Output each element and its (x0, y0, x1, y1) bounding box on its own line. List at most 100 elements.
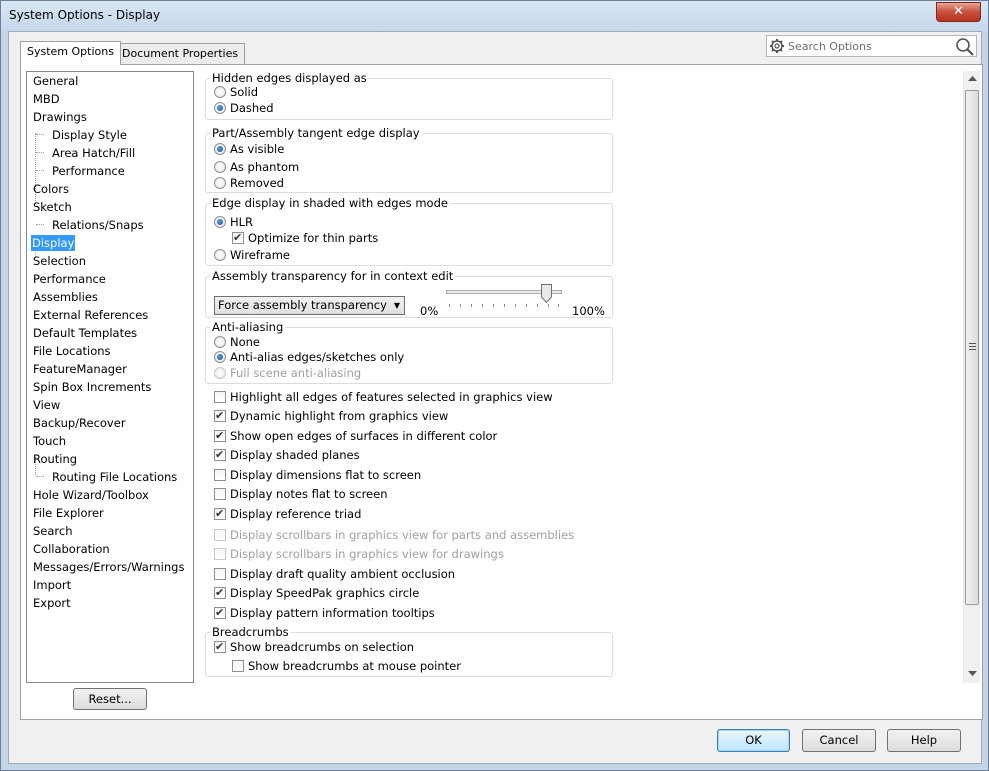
tree-item-spin-box[interactable]: Spin Box Increments (32, 379, 152, 395)
group-title: Assembly transparency for in context edi… (210, 269, 456, 283)
checkbox-indicator (214, 548, 226, 560)
checkbox-dimensions-flat[interactable]: Display dimensions flat to screen (214, 468, 421, 484)
tree-item-backup-recover[interactable]: Backup/Recover (32, 415, 127, 431)
checkbox-indicator (232, 660, 244, 672)
checkbox-dynamic-highlight[interactable]: Dynamic highlight from graphics view (214, 409, 448, 425)
tree-item-touch[interactable]: Touch (32, 433, 67, 449)
tree-item-search[interactable]: Search (32, 523, 74, 539)
checkbox-breadcrumbs-selection[interactable]: Show breadcrumbs on selection (214, 640, 414, 656)
tree-item-routing-file-locations[interactable]: Routing File Locations (51, 469, 178, 485)
checkbox-scrollbars-parts: Display scrollbars in graphics view for … (214, 528, 574, 544)
tree-item-area-hatch[interactable]: Area Hatch/Fill (51, 145, 136, 161)
tree-item-drawings-performance[interactable]: Performance (51, 163, 126, 179)
tree-item-file-locations[interactable]: File Locations (32, 343, 112, 359)
tree-item-drawings[interactable]: Drawings (32, 109, 88, 125)
checkbox-shaded-planes[interactable]: Display shaded planes (214, 448, 360, 464)
radio-indicator (214, 143, 226, 155)
checkbox-notes-flat[interactable]: Display notes flat to screen (214, 487, 388, 503)
reset-button[interactable]: Reset... (73, 688, 147, 710)
checkbox-indicator (214, 429, 226, 443)
radio-wireframe[interactable]: Wireframe (214, 248, 290, 264)
tree-item-mbd[interactable]: MBD (32, 91, 61, 107)
checkbox-indicator (214, 391, 226, 403)
radio-indicator (214, 161, 226, 173)
checkbox-draft-ambient-occlusion[interactable]: Display draft quality ambient occlusion (214, 567, 455, 583)
checkbox-indicator (214, 488, 226, 500)
ok-button[interactable]: OK (717, 729, 790, 752)
search-options-box[interactable]: Search Options (766, 35, 977, 57)
cancel-button[interactable]: Cancel (802, 729, 876, 752)
scroll-up-icon[interactable] (968, 76, 977, 82)
tree-item-export[interactable]: Export (32, 595, 72, 611)
tree-item-relations-snaps[interactable]: Relations/Snaps (51, 217, 145, 233)
tree-item-external-references[interactable]: External References (32, 307, 149, 323)
checkbox-indicator (214, 529, 226, 541)
tree-connector (36, 152, 44, 153)
tree-item-display-style[interactable]: Display Style (51, 127, 128, 143)
tree-item-import[interactable]: Import (32, 577, 72, 593)
tree-item-collaboration[interactable]: Collaboration (32, 541, 111, 557)
tree-item-view[interactable]: View (32, 397, 61, 413)
tree-item-general[interactable]: General (32, 73, 79, 89)
checkbox-indicator (214, 469, 226, 481)
checkbox-speedpak-circle[interactable]: Display SpeedPak graphics circle (214, 586, 419, 602)
tree-connector (36, 224, 44, 225)
checkbox-indicator (214, 507, 226, 521)
slider-ticks (449, 304, 559, 307)
grip-icon (969, 343, 976, 350)
checkbox-breadcrumbs-pointer[interactable]: Show breadcrumbs at mouse pointer (232, 659, 461, 675)
checkbox-highlight-all-edges[interactable]: Highlight all edges of features selected… (214, 390, 553, 406)
radio-as-visible[interactable]: As visible (214, 142, 284, 158)
options-tree[interactable]: General MBD Drawings Display Style Area … (26, 71, 194, 683)
radio-removed[interactable]: Removed (214, 176, 284, 192)
tab-document-properties[interactable]: Document Properties (115, 43, 246, 64)
select-value: Force assembly transparency (218, 298, 387, 312)
radio-as-phantom[interactable]: As phantom (214, 160, 299, 176)
checkbox-indicator (214, 606, 226, 620)
radio-aa-none[interactable]: None (214, 335, 260, 351)
checkbox-open-edges[interactable]: Show open edges of surfaces in different… (214, 429, 497, 445)
scroll-down-icon[interactable] (968, 671, 977, 677)
window-title: System Options - Display (9, 8, 161, 22)
checkbox-reference-triad[interactable]: Display reference triad (214, 507, 361, 523)
tree-item-performance[interactable]: Performance (32, 271, 107, 287)
help-button[interactable]: Help (887, 729, 961, 752)
checkbox-pattern-tooltips[interactable]: Display pattern information tooltips (214, 606, 435, 622)
radio-indicator (214, 249, 226, 261)
tree-item-default-templates[interactable]: Default Templates (32, 325, 138, 341)
tree-item-hole-wizard[interactable]: Hole Wizard/Toolbox (32, 487, 150, 503)
group-title: Edge display in shaded with edges mode (210, 196, 450, 210)
checkbox-indicator (214, 586, 226, 600)
tree-item-display[interactable]: Display (31, 235, 76, 251)
slider-max-label: 100% (572, 304, 605, 318)
search-input[interactable]: Search Options (788, 40, 872, 53)
radio-aa-full-scene: Full scene anti-aliasing (214, 366, 361, 382)
tree-item-routing[interactable]: Routing (32, 451, 78, 467)
tree-connector (36, 170, 44, 171)
tree-item-sketch[interactable]: Sketch (32, 199, 73, 215)
transparency-slider-thumb[interactable] (540, 284, 552, 303)
tree-item-colors[interactable]: Colors (32, 181, 70, 197)
dialog-client: System Options Document Properties Searc… (8, 31, 983, 764)
radio-dashed[interactable]: Dashed (214, 101, 274, 117)
radio-aa-edges[interactable]: Anti-alias edges/sketches only (214, 350, 404, 366)
checkbox-scrollbars-drawings: Display scrollbars in graphics view for … (214, 547, 504, 563)
tree-item-messages[interactable]: Messages/Errors/Warnings (32, 559, 185, 575)
radio-indicator (214, 86, 226, 98)
group-title: Anti-aliasing (210, 320, 286, 334)
checkbox-optimize-thin-parts[interactable]: Optimize for thin parts (232, 231, 378, 247)
radio-indicator (214, 367, 226, 379)
tree-item-assemblies[interactable]: Assemblies (32, 289, 99, 305)
transparency-select[interactable]: Force assembly transparency ▼ (214, 296, 405, 315)
radio-hlr[interactable]: HLR (214, 215, 253, 231)
tree-item-file-explorer[interactable]: File Explorer (32, 505, 105, 521)
scrollbar-thumb[interactable] (965, 90, 979, 605)
tab-system-options[interactable]: System Options (20, 41, 121, 65)
search-icon[interactable] (955, 37, 975, 57)
tree-item-featuremanager[interactable]: FeatureManager (32, 361, 128, 377)
close-button[interactable]: ✕ (936, 2, 981, 22)
tree-item-selection[interactable]: Selection (32, 253, 87, 269)
radio-solid[interactable]: Solid (214, 85, 258, 101)
gear-icon[interactable] (769, 38, 785, 54)
vertical-scrollbar[interactable] (963, 71, 980, 683)
